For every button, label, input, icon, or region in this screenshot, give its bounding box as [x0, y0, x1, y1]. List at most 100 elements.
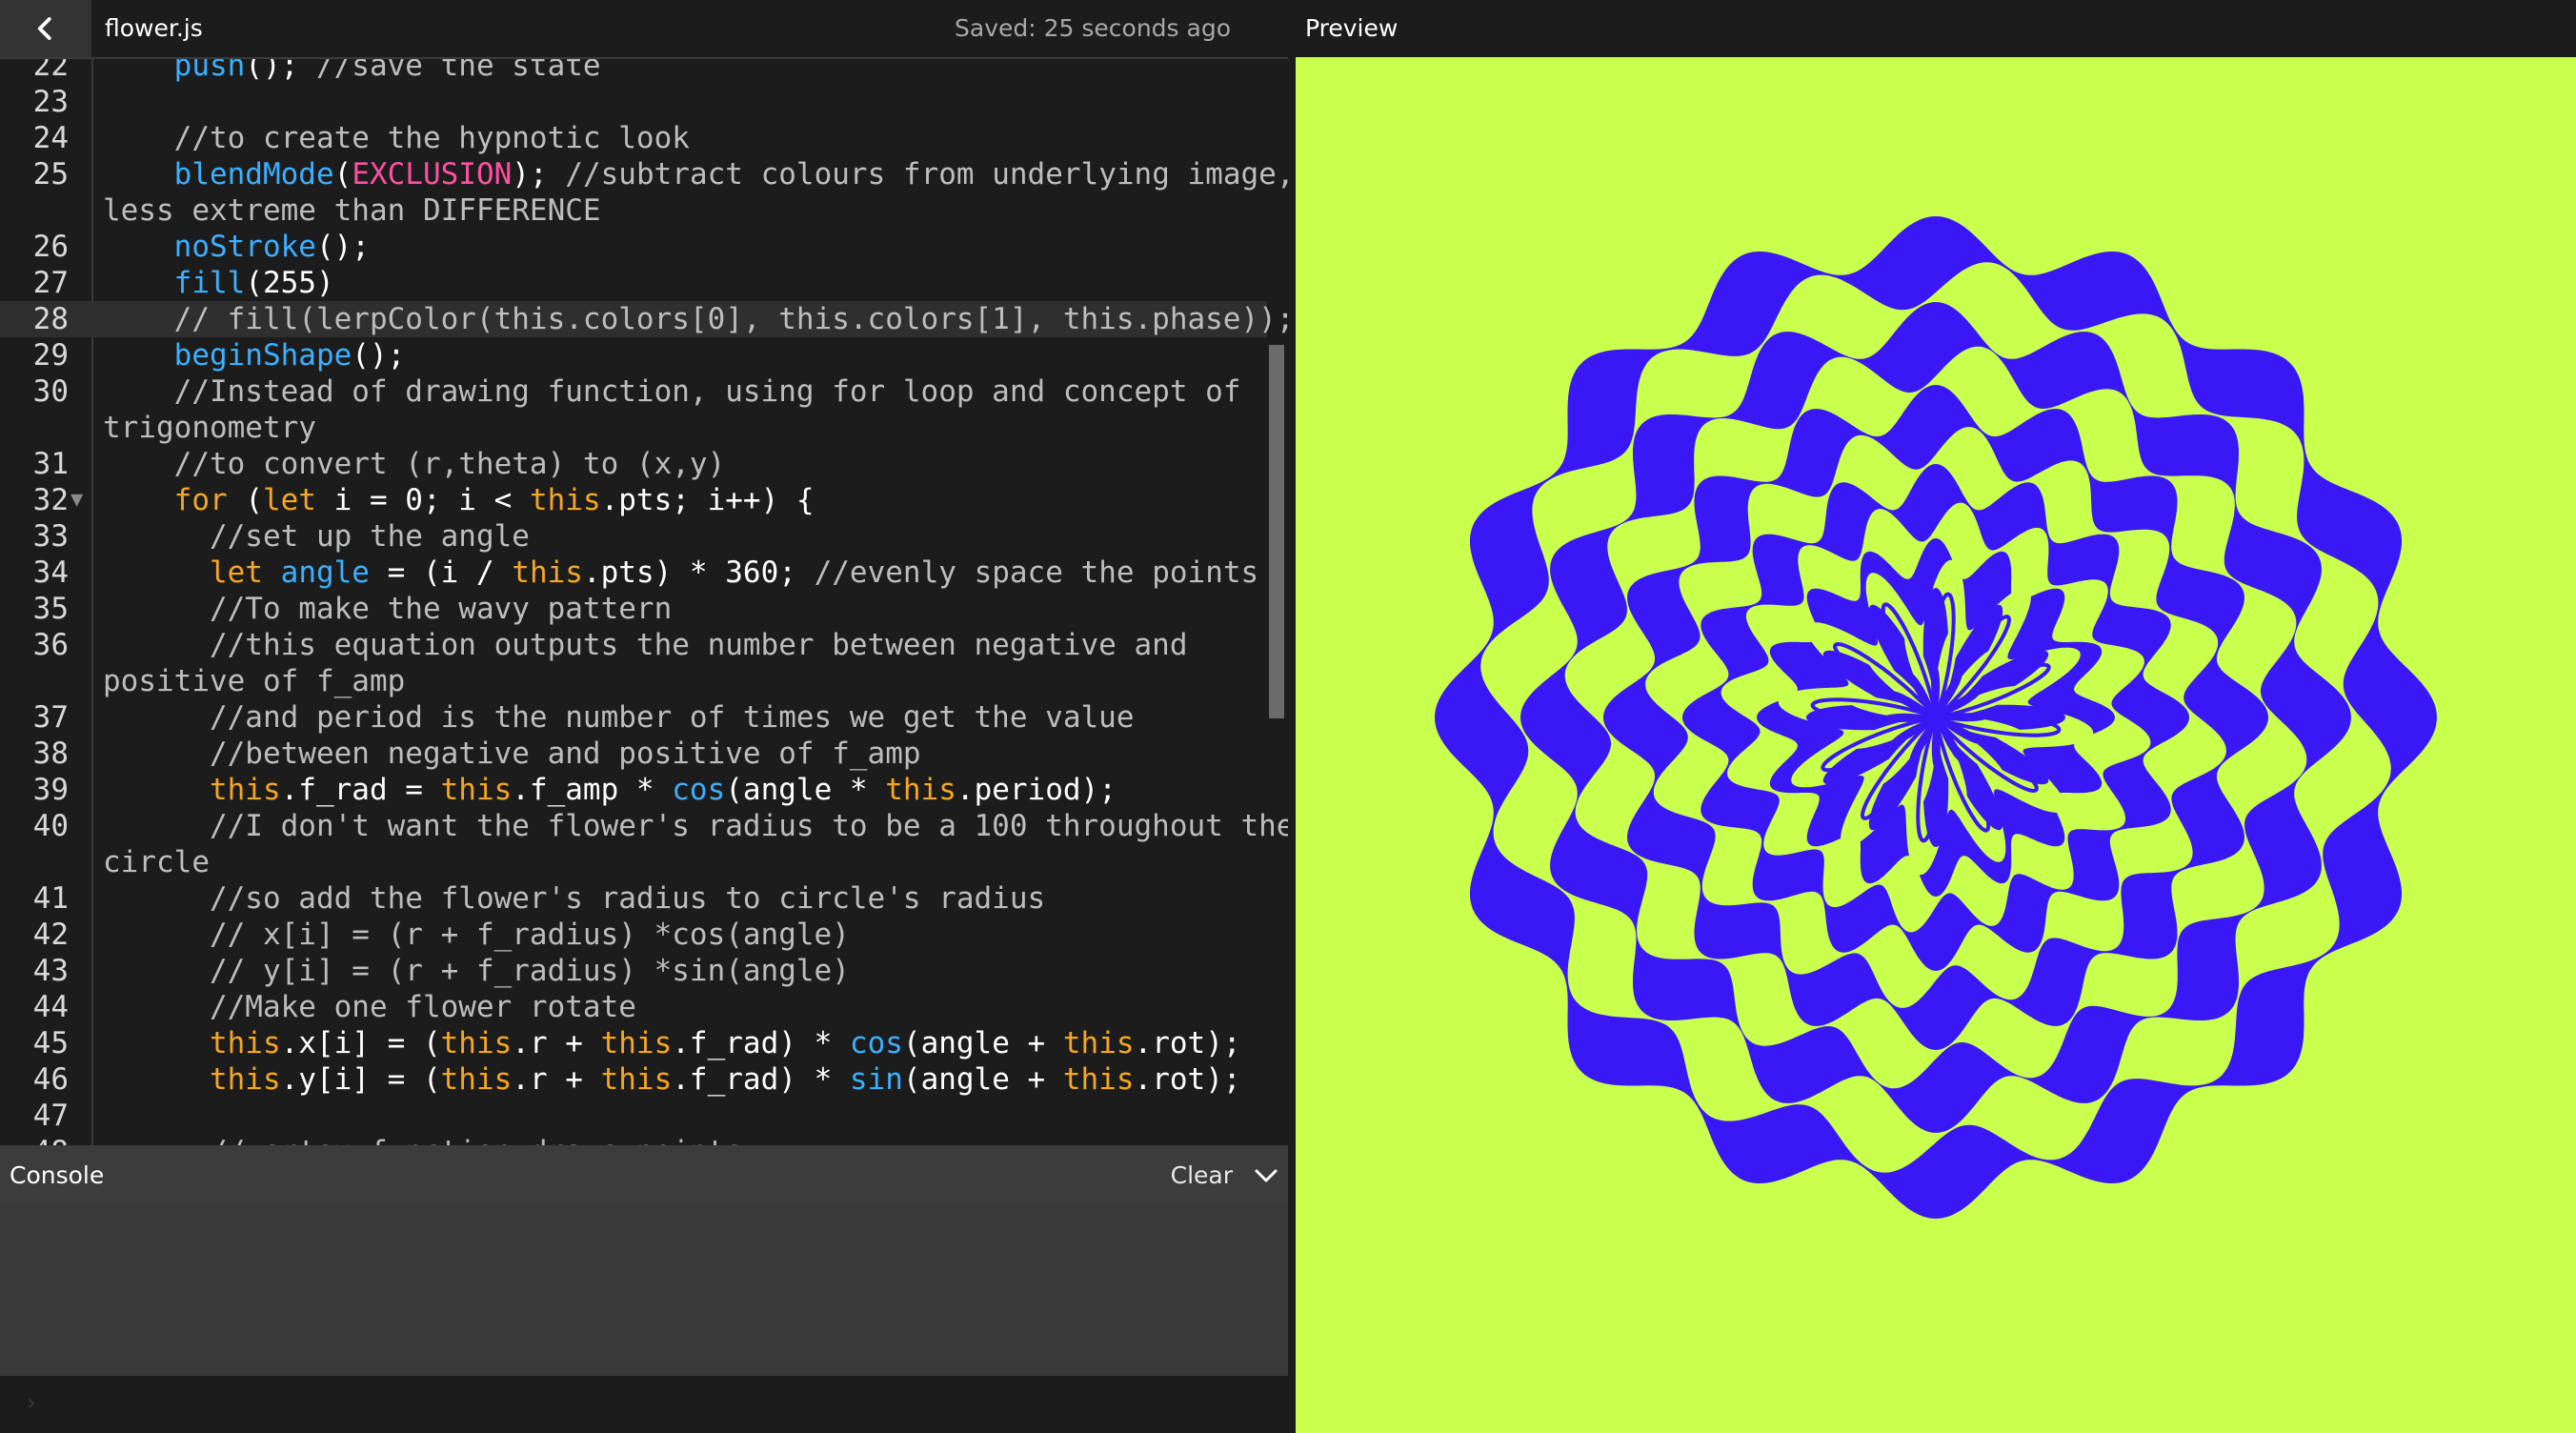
- code-line[interactable]: 46 this.y[i] = (this.r + this.f_rad) * s…: [0, 1061, 1267, 1098]
- code-line[interactable]: 26 noStroke();: [0, 229, 1267, 265]
- line-number: 37: [32, 700, 69, 735]
- file-name[interactable]: flower.js: [105, 0, 203, 57]
- code-line[interactable]: 35 //To make the wavy pattern: [0, 591, 1267, 627]
- wrapped-code-text: circle: [103, 845, 210, 879]
- line-number: 27: [32, 266, 69, 300]
- code-line[interactable]: 40 //I don't want the flower's radius to…: [0, 808, 1288, 880]
- code-text: // fill(lerpColor(this.colors[0], this.c…: [173, 302, 1288, 336]
- code-line[interactable]: 22 push(); //save the state: [0, 57, 1267, 84]
- line-number: 48: [0, 1134, 69, 1145]
- code-text: //I don't want the flower's radius to be…: [209, 809, 1288, 843]
- code-line[interactable]: 37 //and period is the number of times w…: [0, 699, 1267, 736]
- code-line[interactable]: 28 // fill(lerpColor(this.colors[0], thi…: [0, 301, 1288, 337]
- line-number: 31: [32, 447, 69, 481]
- code-text: // y[i] = (r + f_radius) *sin(angle): [209, 954, 850, 988]
- top-bar: flower.js Saved: 25 seconds ago Preview: [0, 0, 2576, 57]
- code-text: //vertex function draws points: [103, 1134, 743, 1145]
- code-line[interactable]: 42 // x[i] = (r + f_radius) *cos(angle): [0, 917, 1267, 953]
- code-text: //between negative and positive of f_amp: [209, 737, 921, 771]
- line-number: 36: [32, 628, 69, 662]
- code-text: //Instead of drawing function, using for…: [173, 374, 1241, 409]
- console-title: Console: [10, 1161, 105, 1189]
- code-line[interactable]: 38 //between negative and positive of f_…: [0, 736, 1267, 772]
- code-text: // x[i] = (r + f_radius) *cos(angle): [209, 918, 850, 952]
- line-number: 47: [32, 1099, 69, 1133]
- chevron-right-icon: ›: [27, 1389, 36, 1416]
- code-text: //set up the angle: [209, 519, 530, 554]
- code-text: //Make one flower rotate: [209, 990, 636, 1024]
- code-text: //To make the wavy pattern: [209, 592, 673, 626]
- line-number: 22: [32, 57, 69, 83]
- line-number: 23: [32, 85, 69, 119]
- saved-status: Saved: 25 seconds ago: [955, 14, 1231, 42]
- line-number: 29: [32, 338, 69, 373]
- code-line[interactable]: 43 // y[i] = (r + f_radius) *sin(angle): [0, 953, 1267, 989]
- wrapped-code-text: positive of f_amp: [103, 664, 406, 698]
- line-number: 46: [32, 1062, 69, 1097]
- fold-arrow-icon[interactable]: ▼: [70, 482, 83, 518]
- line-number: 44: [32, 990, 69, 1024]
- code-line[interactable]: 45 this.x[i] = (this.r + this.f_rad) * c…: [0, 1025, 1267, 1061]
- code-line[interactable]: 44 //Make one flower rotate: [0, 989, 1267, 1025]
- code-text: fill(255): [173, 266, 334, 300]
- code-line[interactable]: 39 this.f_rad = this.f_amp * cos(angle *…: [0, 772, 1267, 808]
- line-number: 35: [32, 592, 69, 626]
- code-line[interactable]: 29 beginShape();: [0, 337, 1267, 373]
- clear-console-button[interactable]: Clear: [1171, 1145, 1233, 1206]
- console-input[interactable]: ›: [0, 1376, 1288, 1433]
- line-number: 45: [32, 1026, 69, 1060]
- code-line[interactable]: 47: [0, 1098, 1267, 1134]
- code-line[interactable]: 48 //vertex function draws points: [0, 1134, 1267, 1145]
- code-line[interactable]: 34 let angle = (i / this.pts) * 360; //e…: [0, 555, 1267, 591]
- line-number: 24: [32, 121, 69, 155]
- code-text: //to convert (r,theta) to (x,y): [173, 447, 726, 481]
- line-number: 43: [32, 954, 69, 988]
- code-line[interactable]: 27 fill(255): [0, 265, 1267, 301]
- wrapped-code-text: less extreme than DIFFERENCE: [103, 193, 601, 228]
- line-number: 42: [32, 918, 69, 952]
- code-line[interactable]: 31 //to convert (r,theta) to (x,y): [0, 446, 1267, 482]
- line-number: 25: [32, 157, 69, 192]
- line-number: 34: [32, 555, 69, 590]
- code-line[interactable]: 32 ▼ for (let i = 0; i < this.pts; i++) {: [0, 482, 1267, 518]
- code-line[interactable]: 30 //Instead of drawing function, using …: [0, 373, 1267, 446]
- console-header: Console Clear: [0, 1145, 1288, 1206]
- preview-title: Preview: [1305, 14, 1399, 42]
- code-editor[interactable]: 22 push(); //save the state 23 24 //to cre…: [0, 57, 1288, 1145]
- line-number: 41: [32, 881, 69, 916]
- flower-sketch: [1435, 216, 2437, 1219]
- code-text: push(); //save the state: [173, 57, 601, 83]
- code-text: for (let i = 0; i < this.pts; i++) {: [173, 483, 815, 517]
- code-text: //this equation outputs the number betwe…: [209, 628, 1188, 662]
- line-number: 38: [32, 737, 69, 771]
- line-number: 30: [32, 374, 69, 409]
- preview-canvas[interactable]: [1296, 57, 2576, 1433]
- editor-scrollbar[interactable]: [1269, 345, 1284, 718]
- pane-divider[interactable]: [1288, 57, 1296, 1433]
- line-number: 40: [32, 809, 69, 843]
- line-number: 26: [32, 230, 69, 264]
- line-number: 39: [32, 773, 69, 807]
- code-line[interactable]: 25 blendMode(EXCLUSION); //subtract colo…: [0, 156, 1288, 229]
- code-line[interactable]: 41 //so add the flower's radius to circl…: [0, 880, 1267, 917]
- back-button[interactable]: [0, 0, 91, 57]
- line-number: 33: [32, 519, 69, 554]
- code-text: beginShape();: [173, 338, 406, 373]
- code-line[interactable]: 33 //set up the angle: [0, 518, 1267, 555]
- code-text: //so add the flower's radius to circle's…: [209, 881, 1046, 916]
- code-text: blendMode(EXCLUSION); //subtract colours…: [173, 157, 1288, 192]
- chevron-down-icon[interactable]: [1252, 1161, 1280, 1190]
- line-number: 32: [32, 483, 69, 517]
- code-line[interactable]: 36 //this equation outputs the number be…: [0, 627, 1267, 699]
- code-text: //and period is the number of times we g…: [209, 700, 1135, 735]
- code-line[interactable]: 23: [0, 84, 1267, 120]
- wrapped-code-text: trigonometry: [103, 411, 316, 445]
- code-text: let angle = (i / this.pts) * 360; //even…: [209, 555, 1259, 590]
- code-line[interactable]: 24 //to create the hypnotic look: [0, 120, 1267, 156]
- code-text: this.x[i] = (this.r + this.f_rad) * cos(…: [209, 1026, 1241, 1060]
- code-text: this.y[i] = (this.r + this.f_rad) * sin(…: [209, 1062, 1241, 1097]
- code-text: //to create the hypnotic look: [173, 121, 690, 155]
- code-text: this.f_rad = this.f_amp * cos(angle * th…: [209, 773, 1117, 807]
- console-output: [0, 1206, 1288, 1376]
- chevron-left-icon: [37, 17, 51, 40]
